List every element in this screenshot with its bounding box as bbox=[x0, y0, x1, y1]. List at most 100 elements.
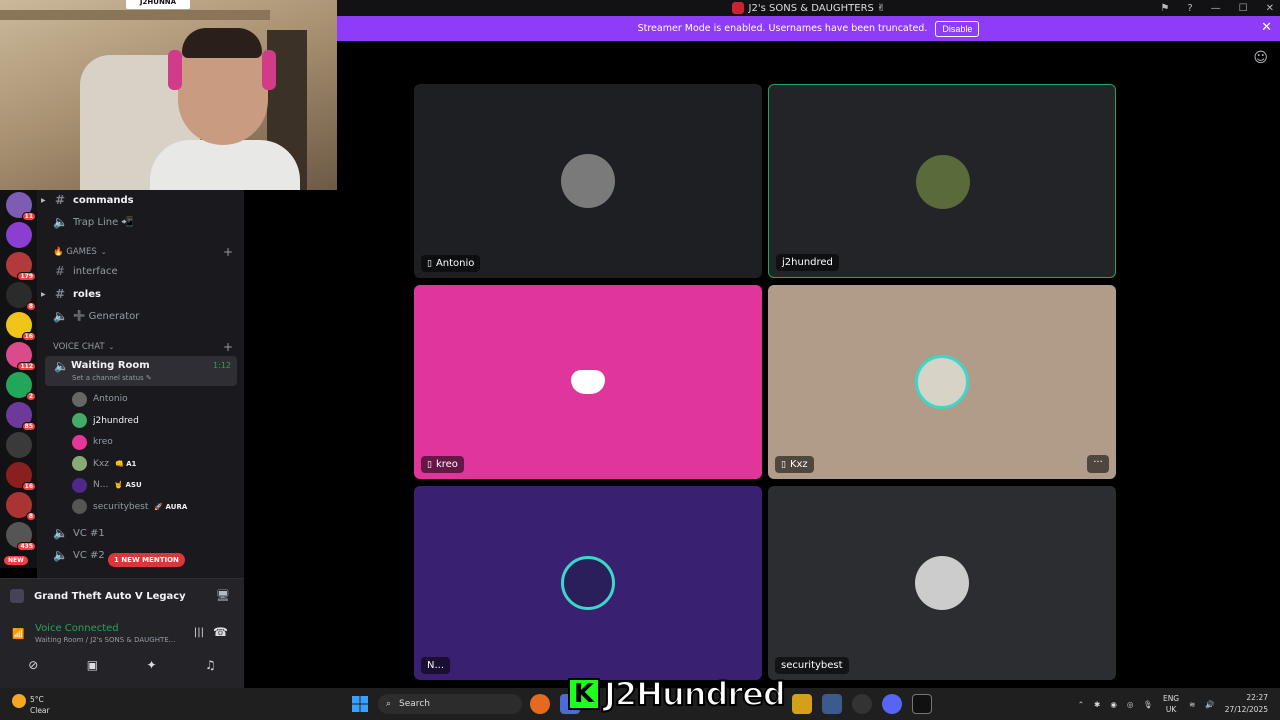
member-name: Kxz bbox=[93, 458, 109, 469]
disconnect-icon[interactable]: ☎ bbox=[213, 625, 228, 639]
settings-app-icon[interactable] bbox=[822, 694, 842, 714]
search-icon: ⌕ bbox=[386, 699, 392, 709]
soundboard-icon[interactable]: ♫ bbox=[205, 658, 216, 672]
channel-commands[interactable]: ▶ # commands bbox=[37, 190, 244, 210]
tray-app-icon[interactable]: ◉ bbox=[1110, 700, 1117, 709]
new-mention-pill[interactable]: 1 NEW MENTION bbox=[108, 553, 185, 567]
stream-watermark: K J2Hundred bbox=[568, 674, 787, 714]
clock[interactable]: 22:27 27/12/2025 bbox=[1225, 692, 1268, 716]
server-icon[interactable]: 179 bbox=[6, 252, 36, 281]
server-icon[interactable]: 8 bbox=[6, 282, 36, 311]
game-icon bbox=[10, 589, 24, 603]
close-window-icon[interactable]: ✕ bbox=[1266, 3, 1274, 14]
system-tray: ⌃ ✱ ◉ ◎ 🎙 ENG UK ≋ 🔊 22:27 27/12/2025 bbox=[1078, 692, 1268, 716]
member-tag: 🤘 ASU bbox=[114, 481, 142, 489]
voice-channel-icon: 🔈 bbox=[53, 215, 68, 229]
tray-app-icon[interactable]: ◎ bbox=[1127, 700, 1134, 709]
voice-member[interactable]: Kxz 👊 A1 bbox=[72, 455, 136, 473]
weather-widget[interactable]: 5°C Clear bbox=[12, 694, 50, 716]
disable-button[interactable]: Disable bbox=[935, 20, 980, 37]
clock-time: 22:27 bbox=[1246, 693, 1268, 702]
volume-icon[interactable]: 🔊 bbox=[1205, 700, 1214, 709]
voice-member[interactable]: securitybest 🚀 AURA bbox=[72, 498, 187, 516]
channel-label: commands bbox=[73, 194, 134, 206]
camera-off-icon[interactable]: ⊘ bbox=[28, 658, 38, 672]
server-icon[interactable] bbox=[6, 222, 32, 248]
user-panel: Grand Theft Auto V Legacy 🖥 📶 Voice Conn… bbox=[0, 578, 244, 688]
tile-name-label: ▯ Kxz bbox=[775, 456, 814, 473]
voice-status[interactable]: Voice Connected bbox=[35, 623, 119, 634]
server-icon[interactable]: 2 bbox=[6, 372, 36, 401]
tile-name: Kxz bbox=[789, 459, 808, 470]
category-games[interactable]: 🔥 GAMES ⌄ + bbox=[53, 245, 233, 259]
close-banner-icon[interactable]: ✕ bbox=[1261, 20, 1272, 35]
video-tile[interactable]: securitybest bbox=[768, 486, 1116, 680]
video-tile[interactable]: j2hundred bbox=[768, 84, 1116, 278]
server-badge: 16 bbox=[21, 482, 36, 491]
epic-games-app-icon[interactable] bbox=[912, 694, 932, 714]
channel-roles[interactable]: ▶ # roles bbox=[37, 284, 244, 304]
windows-start-icon[interactable] bbox=[352, 696, 368, 712]
tile-name: j2hundred bbox=[782, 257, 833, 268]
server-icon[interactable]: 16 bbox=[6, 462, 36, 491]
channel-label: interface bbox=[73, 265, 118, 277]
minimize-icon[interactable]: — bbox=[1211, 3, 1221, 14]
bluetooth-icon[interactable]: ✱ bbox=[1094, 700, 1100, 709]
category-voice-chat[interactable]: VOICE CHAT ⌄ + bbox=[53, 340, 233, 354]
add-channel-icon[interactable]: + bbox=[223, 340, 233, 354]
app-icon[interactable] bbox=[852, 694, 872, 714]
channel-generator[interactable]: 🔈 ➕ Generator bbox=[37, 306, 244, 326]
avatar bbox=[72, 499, 87, 514]
rockstar-app-icon[interactable] bbox=[792, 694, 812, 714]
server-badge: 435 bbox=[17, 542, 36, 551]
video-tile[interactable]: ▯ Kxz ··· bbox=[768, 285, 1116, 479]
webcam-sign: J2HUNNA bbox=[126, 0, 190, 9]
server-icon[interactable]: 435 bbox=[6, 522, 36, 551]
server-icon[interactable]: 112 bbox=[6, 342, 36, 371]
server-badge: 85 bbox=[21, 422, 36, 431]
help-icon[interactable]: ? bbox=[1187, 3, 1192, 14]
server-icon[interactable]: 85 bbox=[6, 402, 36, 431]
title-bar-controls: ⚑ ? — ☐ ✕ bbox=[1160, 0, 1274, 16]
server-icon[interactable]: 8 bbox=[6, 492, 36, 521]
server-icon[interactable]: 11 bbox=[6, 192, 36, 221]
more-options-icon[interactable]: ··· bbox=[1087, 455, 1109, 473]
chevron-up-icon[interactable]: ⌃ bbox=[1078, 700, 1084, 709]
voice-member[interactable]: N... 🤘 ASU bbox=[72, 476, 142, 494]
channel-waiting-room[interactable]: 🔈 Waiting Room Set a channel status ✎ 1:… bbox=[45, 356, 237, 386]
channel-status[interactable]: Set a channel status ✎ bbox=[72, 374, 152, 382]
microphone-icon[interactable]: 🎙 bbox=[1143, 700, 1153, 709]
server-icon[interactable]: 16 bbox=[6, 312, 36, 341]
discord-app-icon[interactable] bbox=[882, 694, 902, 714]
voice-member[interactable]: j2hundred bbox=[72, 412, 139, 430]
voice-channel-icon: 🔈 bbox=[54, 359, 69, 373]
wifi-icon[interactable]: ≋ bbox=[1189, 700, 1195, 709]
signal-icon: 📶 bbox=[12, 629, 25, 640]
activities-icon[interactable]: ✦ bbox=[147, 658, 157, 672]
maximize-icon[interactable]: ☐ bbox=[1239, 3, 1248, 14]
noise-suppression-icon[interactable]: ||| bbox=[194, 627, 204, 638]
channel-interface[interactable]: # interface bbox=[37, 261, 244, 281]
voice-member[interactable]: kreo bbox=[72, 433, 113, 451]
tile-name-label: ▯ kreo bbox=[421, 456, 464, 473]
unread-indicator-icon: ▶ bbox=[41, 196, 46, 204]
server-list: 11 179 8 16 112 2 85 16 8 435 NEW bbox=[0, 190, 37, 568]
video-tile[interactable]: ▯ Antonio bbox=[414, 84, 762, 278]
screen-share-icon[interactable]: 🖥 bbox=[216, 589, 230, 602]
voice-member[interactable]: Antonio bbox=[72, 390, 128, 408]
inbox-icon[interactable]: ⚑ bbox=[1160, 3, 1169, 14]
video-tile[interactable]: ▯ kreo bbox=[414, 285, 762, 479]
avatar bbox=[72, 477, 87, 493]
members-list-icon[interactable]: ☺ bbox=[1253, 50, 1268, 66]
channel-trap-line[interactable]: 🔈 Trap Line 📲 bbox=[37, 212, 244, 232]
server-icon[interactable] bbox=[6, 432, 32, 458]
channel-vc-1[interactable]: 🔈 VC #1 bbox=[37, 523, 244, 543]
browser-app-icon[interactable] bbox=[530, 694, 550, 714]
add-channel-icon[interactable]: + bbox=[223, 245, 233, 259]
share-screen-icon[interactable]: ▣ bbox=[87, 658, 98, 672]
mobile-icon: ▯ bbox=[781, 459, 786, 470]
avatar bbox=[72, 391, 87, 407]
video-tile[interactable]: N... bbox=[414, 486, 762, 680]
language-indicator[interactable]: ENG UK bbox=[1163, 693, 1179, 715]
taskbar-search[interactable]: ⌕ Search bbox=[378, 694, 522, 714]
